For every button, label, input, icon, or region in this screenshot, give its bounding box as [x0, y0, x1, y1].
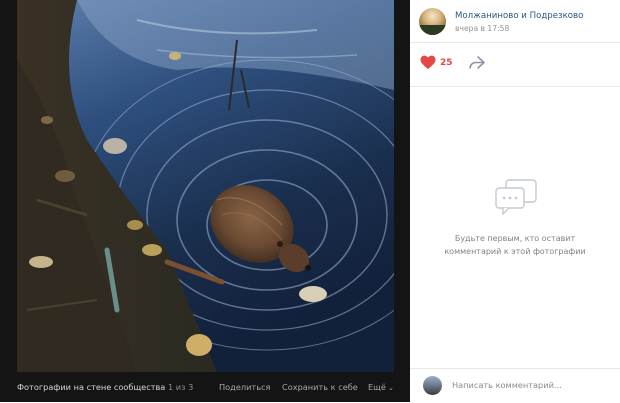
beaver-photo-image [17, 0, 394, 372]
speech-bubble-icon [494, 178, 538, 220]
share-arrow-icon [469, 56, 485, 69]
share-post-button[interactable] [468, 55, 486, 75]
post-panel: Молжаниново и Подрезково вчера в 17:58 2… [410, 0, 620, 402]
post-time[interactable]: вчера в 17:58 [455, 24, 509, 33]
album-label[interactable]: Фотографии на стене сообщества [17, 382, 165, 392]
like-count: 25 [440, 58, 453, 68]
more-label: Ещё [368, 382, 386, 392]
save-button[interactable]: Сохранить к себе [282, 382, 358, 392]
comment-input[interactable] [452, 375, 612, 395]
chevron-down-icon: ⌄ [387, 384, 394, 392]
more-button[interactable]: Ещё ⌄ [368, 382, 394, 392]
post-actions: 25 [410, 43, 620, 87]
share-button[interactable]: Поделиться [219, 382, 270, 392]
group-name-link[interactable]: Молжаниново и Подрезково [455, 11, 583, 21]
photo[interactable] [17, 0, 394, 372]
user-avatar[interactable] [423, 376, 442, 395]
viewer-toolbar: Фотографии на стене сообщества 1 из 3 По… [0, 372, 410, 402]
comment-bar [410, 368, 620, 403]
photo-viewer: Фотографии на стене сообщества 1 из 3 По… [0, 0, 410, 402]
like-button[interactable] [420, 55, 436, 74]
no-comments-text: Будьте первым, кто оставит комментарий к… [444, 234, 586, 256]
group-avatar[interactable] [419, 8, 446, 35]
post-header: Молжаниново и Подрезково вчера в 17:58 [410, 0, 620, 43]
heart-icon [420, 55, 436, 69]
photo-counter: 1 из 3 [168, 382, 194, 392]
